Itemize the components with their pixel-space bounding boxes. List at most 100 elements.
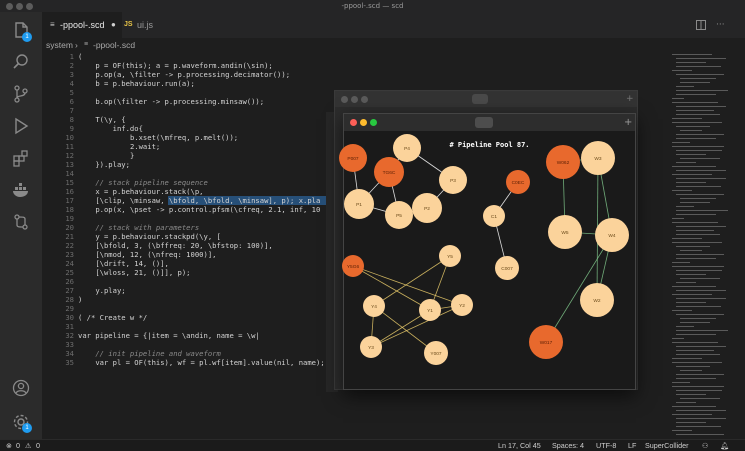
code-line[interactable]: p.op(x, \pset -> p.control.pfsm(\cfreq, … <box>95 205 320 214</box>
graph-node[interactable]: C007 <box>495 256 519 280</box>
warning-icon[interactable]: ⚠ <box>25 440 31 451</box>
code-line[interactable]: 2.wait; <box>130 142 160 151</box>
more-actions-icon[interactable]: ··· <box>716 12 725 38</box>
encoding[interactable]: UTF-8 <box>596 440 616 451</box>
graph-node[interactable]: P2 <box>412 193 442 223</box>
code-line[interactable]: var pipeline = {|item = \andin, name = \… <box>78 331 260 340</box>
unsaved-dot-icon[interactable]: ● <box>111 12 116 38</box>
language-mode[interactable]: SuperCollider <box>645 440 689 451</box>
graph-node[interactable]: W3 <box>581 141 615 175</box>
code-line[interactable]: ( <box>78 52 82 61</box>
code-line[interactable]: p.op(a, \filter -> p.processing.decimato… <box>95 70 290 79</box>
code-line[interactable]: y = p.behaviour.stackpd(\y, [ <box>95 232 221 241</box>
graph-node[interactable]: P4 <box>393 134 421 162</box>
bg-add-icon[interactable]: + <box>626 91 634 107</box>
minimap-line <box>672 222 718 223</box>
code-line[interactable]: [\drift, 14, ()], <box>95 259 169 268</box>
source-control-icon[interactable] <box>11 84 31 104</box>
minimap-line <box>680 278 720 279</box>
indentation[interactable]: Spaces: 4 <box>552 440 584 451</box>
graph-node[interactable]: C1 <box>483 205 505 227</box>
tab-ppool-scd[interactable]: ≡ -ppool-.scd ● <box>42 12 122 38</box>
file-icon: ≡ <box>50 20 55 29</box>
minimap-line <box>676 126 710 127</box>
graph-node[interactable]: Y1 <box>419 299 441 321</box>
minimap-line <box>676 206 694 207</box>
graph-node-label: P4 <box>404 146 410 152</box>
minimap-line <box>676 326 694 327</box>
end-of-line[interactable]: LF <box>628 440 636 451</box>
code-line[interactable]: inf.do{ <box>113 124 143 133</box>
code-line[interactable]: p = OF(this); a = p.waveform.andin(\sin)… <box>95 61 272 70</box>
status-bar: ⊗ 0 ⚠ 0 Ln 17, Col 45 Spaces: 4 UTF-8 LF… <box>0 439 745 451</box>
graph-node[interactable]: P5 <box>385 201 413 229</box>
code-line[interactable]: [\clip, \minsaw, \bfold, \bfold, \minsaw… <box>95 196 320 205</box>
breadcrumb-file[interactable]: -ppool-.scd <box>93 38 135 52</box>
code-line[interactable]: }).play; <box>95 160 130 169</box>
code-line[interactable]: [\wloss, 21, ()]], p); <box>95 268 190 277</box>
notifications-icon[interactable]: 🔔︎ <box>720 440 729 451</box>
bg-minimize-button[interactable] <box>351 96 358 103</box>
settings-badge: 1 <box>22 423 32 433</box>
run-debug-icon[interactable] <box>11 116 31 136</box>
graph-node[interactable]: W017 <box>529 325 563 359</box>
tab-ui-js[interactable]: JS ui.js <box>122 12 182 38</box>
graph-node[interactable]: Y5 <box>439 245 461 267</box>
graph-node[interactable]: Y4 <box>363 295 385 317</box>
code-line[interactable]: y.play; <box>95 286 125 295</box>
graph-node[interactable]: P3 <box>439 166 467 194</box>
graph-node[interactable]: Y007 <box>424 341 448 365</box>
graph-node[interactable]: P007 <box>339 144 367 172</box>
error-count[interactable]: 0 <box>16 440 20 451</box>
code-comment-line[interactable]: // stack pipeline sequence <box>95 178 208 187</box>
code-line[interactable]: var pl = OF(this), wf = pl.wf[item].valu… <box>95 358 324 367</box>
warning-count[interactable]: 0 <box>36 440 40 451</box>
bg-zoom-button[interactable] <box>361 96 368 103</box>
graph-node-label: P1 <box>356 202 362 208</box>
graph-node[interactable]: P1 <box>344 189 374 219</box>
code-line[interactable]: [\nmod, 12, (\nfreq: 1000)], <box>95 250 216 259</box>
minimap-line <box>676 302 706 303</box>
cursor-position[interactable]: Ln 17, Col 45 <box>498 440 541 451</box>
code-line[interactable]: x = p.behaviour.stack(\p, <box>95 187 203 196</box>
graph-node[interactable]: W2 <box>580 283 614 317</box>
breadcrumb-root[interactable]: system <box>46 38 73 52</box>
remote-icon[interactable] <box>11 212 31 232</box>
code-line[interactable]: ( /* Create w */ <box>78 313 147 322</box>
minimap-line <box>672 142 690 143</box>
code-line[interactable]: b.op(\filter -> p.processing.minsaw()); <box>95 97 264 106</box>
minimap-line <box>672 310 692 311</box>
graph-node-label: Y1 <box>427 308 433 314</box>
code-line[interactable]: b.xset(\mfreq, p.melt()); <box>130 133 238 142</box>
account-icon[interactable] <box>11 378 31 398</box>
graph-node[interactable]: W4 <box>595 218 629 252</box>
graph-node[interactable]: W5 <box>548 215 582 249</box>
graph-node[interactable]: Y3 <box>360 336 382 358</box>
pipeline-pool-window[interactable]: + # Pipeline Pool 87. P007 TG6C P4 P1 P5 P2 P3… <box>339 113 636 390</box>
code-line[interactable]: [\bfold, 3, (\bffreq: 20, \bfstop: 100)]… <box>95 241 272 250</box>
error-icon[interactable]: ⊗ <box>6 440 12 451</box>
minimap-line <box>672 70 692 71</box>
line-number: 14 <box>65 169 74 178</box>
split-editor-icon[interactable] <box>696 20 706 30</box>
minimap-line <box>680 370 702 371</box>
code-line[interactable]: T(\y, { <box>95 115 125 124</box>
search-icon[interactable] <box>11 52 31 72</box>
code-line[interactable]: b = p.behaviour.run(a); <box>95 79 195 88</box>
code-line[interactable]: } <box>130 151 134 160</box>
minimap-line <box>672 102 718 103</box>
code-line[interactable]: ) <box>78 295 82 304</box>
graph-node[interactable]: C0EC <box>506 170 530 194</box>
code-comment-line[interactable]: // init pipeline and waveform <box>95 349 221 358</box>
graph-node[interactable]: Y5G6 <box>342 255 364 277</box>
docker-icon[interactable] <box>11 180 31 200</box>
feedback-icon[interactable]: ⚇ <box>702 440 708 451</box>
code-comment-line[interactable]: // stack with parameters <box>95 223 199 232</box>
minimap[interactable] <box>668 52 738 437</box>
extensions-icon[interactable] <box>11 148 31 168</box>
graph-node[interactable]: TG6C <box>374 157 404 187</box>
bg-close-button[interactable] <box>341 96 348 103</box>
graph-node[interactable]: Y2 <box>451 294 473 316</box>
minimap-line <box>676 354 720 355</box>
graph-node[interactable]: W062 <box>546 145 580 179</box>
